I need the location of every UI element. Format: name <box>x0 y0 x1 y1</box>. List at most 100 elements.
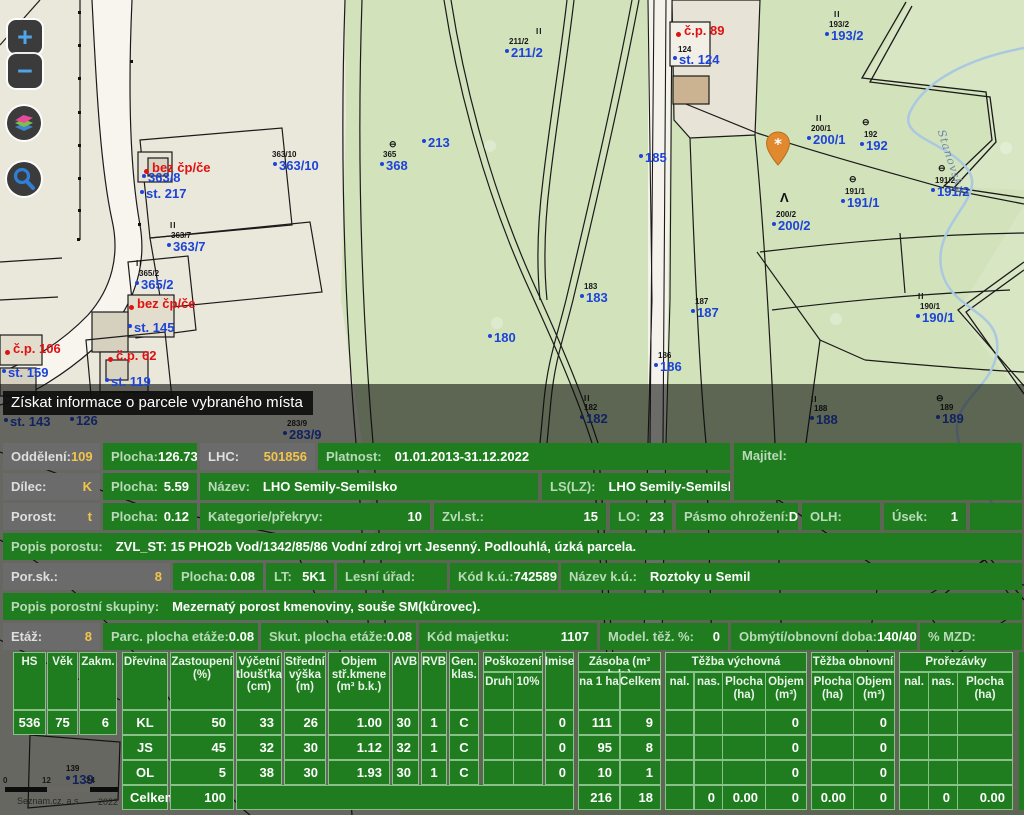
map-tooltip: Získat informace o parcele vybraného mís… <box>3 391 313 415</box>
table-cell: 0 <box>545 735 574 760</box>
info-cell-popis-skupiny: Popis porostní skupiny:Mezernatý porost … <box>3 593 1022 620</box>
col-header-stredni: Střednívýška(m) <box>284 652 326 710</box>
table-cell: 0 <box>694 785 723 810</box>
search-button[interactable] <box>7 162 41 196</box>
col-header-hs: HS <box>13 652 46 710</box>
info-cell-olh: OLH: <box>802 503 880 530</box>
table-cell: 32 <box>236 735 282 760</box>
table-cell: 536 <box>13 710 46 735</box>
table-cell <box>722 710 766 735</box>
table-cell: KL <box>122 710 168 735</box>
info-cell-lo: LO:23 <box>610 503 672 530</box>
table-cell <box>899 785 929 810</box>
table-cell <box>694 760 723 785</box>
col-group-tezba-vychovna: Těžba výchovná <box>665 652 807 672</box>
info-cell-oddeleni: Oddělení:109 <box>3 443 100 470</box>
info-cell-porsk: Por.sk.:8 <box>3 563 170 590</box>
col-group-tezba-obnovni: Těžba obnovní <box>811 652 895 672</box>
table-cell <box>928 760 958 785</box>
table-cell <box>694 735 723 760</box>
col-header-10pct: 10% <box>513 672 543 710</box>
col-header-vycetni: Výčetnítloušťka(cm) <box>236 652 282 710</box>
col-header-pr-plocha: Plocha(ha) <box>957 672 1013 710</box>
table-cell: 10 <box>578 760 620 785</box>
minus-icon: − <box>17 56 33 86</box>
col-group-poskozeni: Poškození <box>483 652 543 672</box>
info-cell-plocha-porost: Plocha:0.12 <box>103 503 197 530</box>
info-cell-plocha-porsk: Plocha:0.08 <box>173 563 263 590</box>
layers-button[interactable] <box>7 106 41 140</box>
table-cell: 0 <box>765 710 807 735</box>
table-cell: 50 <box>170 710 234 735</box>
plus-icon: + <box>17 22 33 52</box>
table-cell: 0 <box>853 760 895 785</box>
col-header-pr-nas: nas. <box>928 672 958 710</box>
info-cell-lhc: LHC:501856 <box>200 443 315 470</box>
info-cell-nazevku: Název k.ú.:Roztoky u Semil <box>561 563 1022 590</box>
table-cell: 26 <box>284 710 326 735</box>
info-cell-dilec: Dílec:K <box>3 473 100 500</box>
info-cell-porost: Porost:t <box>3 503 100 530</box>
info-cell-obmyti: Obmýtí/obnovní doba:140/40 <box>731 623 917 650</box>
table-cell: 5 <box>170 760 234 785</box>
zoom-out-button[interactable]: − <box>8 54 42 88</box>
table-cell <box>665 760 694 785</box>
info-cell-platnost: Platnost:01.01.2013-31.12.2022 <box>318 443 730 470</box>
info-cell-usek: Úsek:1 <box>884 503 966 530</box>
table-cell: 0 <box>545 710 574 735</box>
table-cell: 1 <box>421 710 447 735</box>
table-cell <box>665 785 694 810</box>
table-cell: 100 <box>170 785 234 810</box>
col-header-tv-nal: nal. <box>665 672 694 710</box>
table-cell <box>513 735 543 760</box>
col-header-gen-klas: Gen.klas. <box>449 652 479 710</box>
col-header-pr-nal: nal. <box>899 672 929 710</box>
table-cell <box>722 735 766 760</box>
table-cell <box>722 760 766 785</box>
table-cell <box>811 710 854 735</box>
table-cell: C <box>449 760 479 785</box>
col-header-zakm: Zakm. <box>79 652 117 710</box>
info-cell-skut-plocha: Skut. plocha etáže:0.08 <box>261 623 416 650</box>
table-cell: 0 <box>765 785 807 810</box>
col-header-tv-plocha: Plocha(ha) <box>722 672 766 710</box>
col-header-vek: Věk <box>47 652 78 710</box>
map-pin-icon: * <box>764 130 792 173</box>
table-cell: 1.00 <box>328 710 390 735</box>
table-cell: 111 <box>578 710 620 735</box>
table-cell: 0 <box>545 760 574 785</box>
col-header-objem-kmene: Objemstř.kmene(m³ b.k.) <box>328 652 390 710</box>
info-cell-kategorie: Kategorie/překryv:10 <box>200 503 430 530</box>
table-cell: 8 <box>620 735 661 760</box>
table-cell <box>665 735 694 760</box>
table-cell: 75 <box>47 710 78 735</box>
table-cell <box>957 735 1013 760</box>
table-cell: 0 <box>853 710 895 735</box>
table-cell: 1.12 <box>328 735 390 760</box>
table-cell <box>899 710 929 735</box>
table-cell <box>513 710 543 735</box>
info-cell-kod-majetku: Kód majetku:1107 <box>419 623 597 650</box>
table-cell <box>957 760 1013 785</box>
col-header-imise: Imise <box>545 652 574 710</box>
info-cell-plocha-dilec: Plocha:5.59 <box>103 473 197 500</box>
info-cell-nazev: Název:LHO Semily-Semilsko <box>200 473 538 500</box>
table-cell: 1 <box>620 760 661 785</box>
table-cell <box>513 760 543 785</box>
info-cell-mzd: % MZD: <box>920 623 1022 650</box>
table-cell: 0.00 <box>722 785 766 810</box>
info-cell-lt: LT:5K1 <box>266 563 334 590</box>
table-cell <box>694 710 723 735</box>
table-cell: 45 <box>170 735 234 760</box>
table-cell: 9 <box>620 710 661 735</box>
info-cell-lesni-urad: Lesní úřad: <box>337 563 447 590</box>
table-cell <box>928 735 958 760</box>
app-window: II II ⊖ 182 182 188 188 189 189 st. 143 … <box>0 0 1024 815</box>
table-cell: 33 <box>236 710 282 735</box>
col-header-zastoupeni: Zastoupení(%) <box>170 652 234 710</box>
zoom-in-button[interactable]: + <box>8 20 42 54</box>
table-cell <box>928 710 958 735</box>
info-cell-zvlst: Zvl.st.:15 <box>434 503 606 530</box>
table-cell <box>665 710 694 735</box>
col-header-to-plocha: Plocha(ha) <box>811 672 854 710</box>
